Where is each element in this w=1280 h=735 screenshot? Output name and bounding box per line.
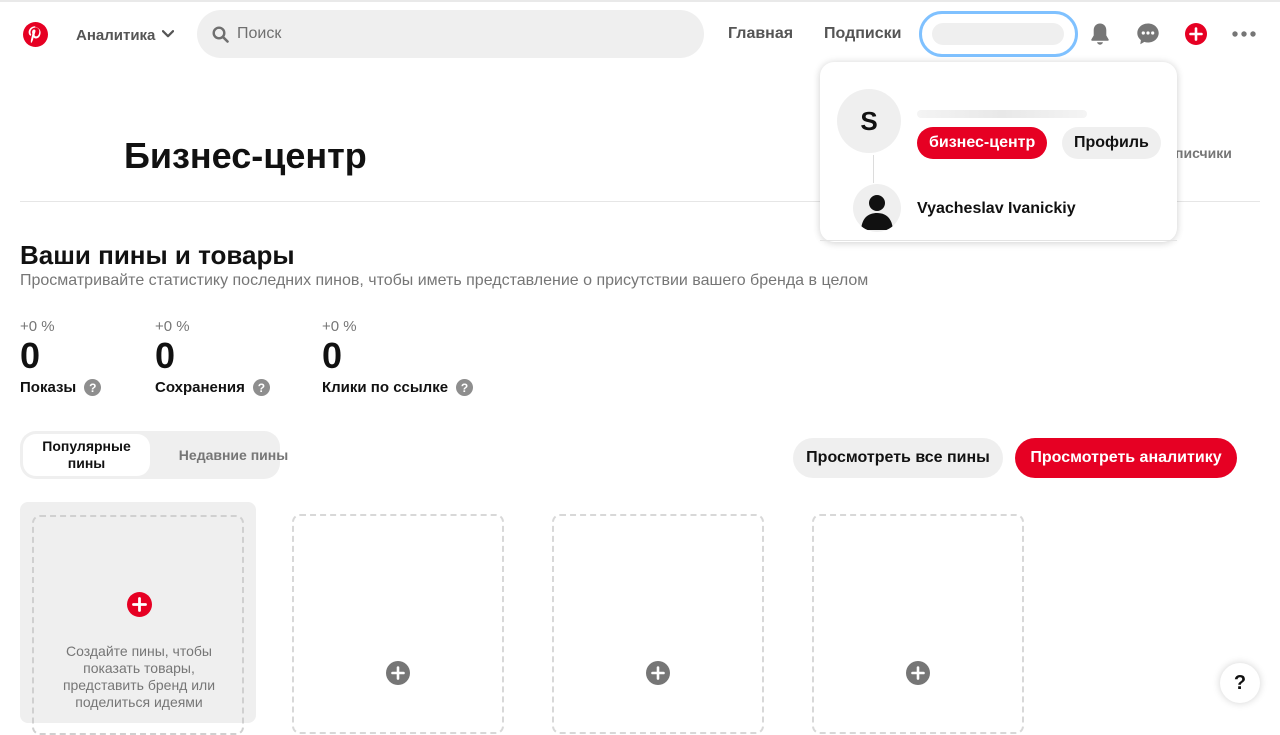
user-silhouette-icon	[861, 195, 893, 230]
create-pin-card-wrapper: Создайте пины, чтобы показать товары, пр…	[20, 502, 256, 735]
connector-line	[873, 155, 874, 183]
empty-pin-slot[interactable]	[552, 514, 764, 734]
account-dropdown: S бизнес-центр Профиль Vyacheslav Ivanic…	[820, 62, 1177, 242]
search-input[interactable]	[237, 22, 677, 46]
add-icon[interactable]	[386, 661, 410, 685]
view-analytics-button[interactable]: Просмотреть аналитику	[1015, 438, 1237, 478]
create-pin-card[interactable]: Создайте пины, чтобы показать товары, пр…	[32, 515, 244, 735]
page-title: Бизнес-центр	[124, 135, 367, 176]
tab-recent-pins[interactable]: Недавние пины	[170, 434, 297, 476]
help-icon[interactable]: ?	[252, 379, 270, 396]
stat-value: 0	[155, 335, 176, 376]
analytics-menu[interactable]: Аналитика	[76, 25, 175, 45]
business-center-button[interactable]: бизнес-центр	[917, 127, 1048, 159]
empty-pin-slot[interactable]	[292, 514, 504, 734]
business-account-name-redacted	[917, 110, 1087, 118]
view-all-pins-button[interactable]: Просмотреть все пины	[793, 438, 1003, 478]
add-pin-icon[interactable]	[127, 592, 152, 617]
dropdown-divider	[820, 240, 1177, 241]
account-switcher-button[interactable]	[919, 11, 1078, 57]
create-pin-hint: Создайте пины, чтобы показать товары, пр…	[62, 643, 216, 710]
header: Аналитика Главная Подписки	[0, 0, 1280, 70]
stat-value: 0	[20, 335, 41, 376]
subscribers-tab-partial[interactable]: писчики	[1175, 145, 1232, 161]
nav-home-link[interactable]: Главная	[728, 25, 793, 43]
add-icon[interactable]	[906, 661, 930, 685]
stat-impressions: +0 % 0 Показы ?	[20, 318, 102, 396]
notifications-bell-icon[interactable]	[1089, 22, 1111, 46]
create-plus-icon[interactable]	[1185, 23, 1207, 45]
stat-label: Сохранения	[155, 379, 245, 396]
profile-button[interactable]: Профиль	[1062, 127, 1161, 159]
empty-pin-slot[interactable]	[812, 514, 1024, 734]
business-account-avatar[interactable]: S	[837, 89, 901, 153]
search-bar[interactable]	[197, 10, 704, 58]
account-name-redacted	[932, 23, 1064, 45]
help-icon[interactable]: ?	[84, 379, 102, 396]
user-name[interactable]: Vyacheslav Ivanickiy	[917, 200, 1076, 218]
pins-segmented-control: Популярные пины Недавние пины	[20, 431, 288, 479]
stat-link-clicks: +0 % 0 Клики по ссылке ?	[322, 318, 474, 396]
section-title: Ваши пины и товары	[20, 240, 295, 270]
section-subtitle: Просматривайте статистику последних пино…	[20, 272, 869, 289]
tab-popular-pins[interactable]: Популярные пины	[23, 434, 150, 476]
pinterest-logo-icon[interactable]	[23, 22, 48, 47]
search-icon	[212, 26, 229, 43]
add-icon[interactable]	[646, 661, 670, 685]
nav-subscriptions-link[interactable]: Подписки	[824, 25, 901, 43]
messages-icon[interactable]	[1136, 22, 1160, 46]
stat-change: +0 %	[322, 318, 357, 335]
help-icon[interactable]: ?	[456, 379, 474, 396]
user-avatar[interactable]	[853, 184, 901, 232]
stat-saves: +0 % 0 Сохранения ?	[155, 318, 270, 396]
stat-label: Клики по ссылке	[322, 379, 449, 396]
stat-value: 0	[322, 335, 343, 376]
help-button[interactable]: ?	[1220, 663, 1260, 703]
chevron-down-icon	[162, 30, 175, 38]
stat-change: +0 %	[20, 318, 55, 335]
stat-label: Показы	[20, 379, 77, 396]
stat-change: +0 %	[155, 318, 190, 335]
analytics-menu-label: Аналитика	[76, 26, 156, 44]
more-options-icon[interactable]	[1232, 31, 1256, 37]
